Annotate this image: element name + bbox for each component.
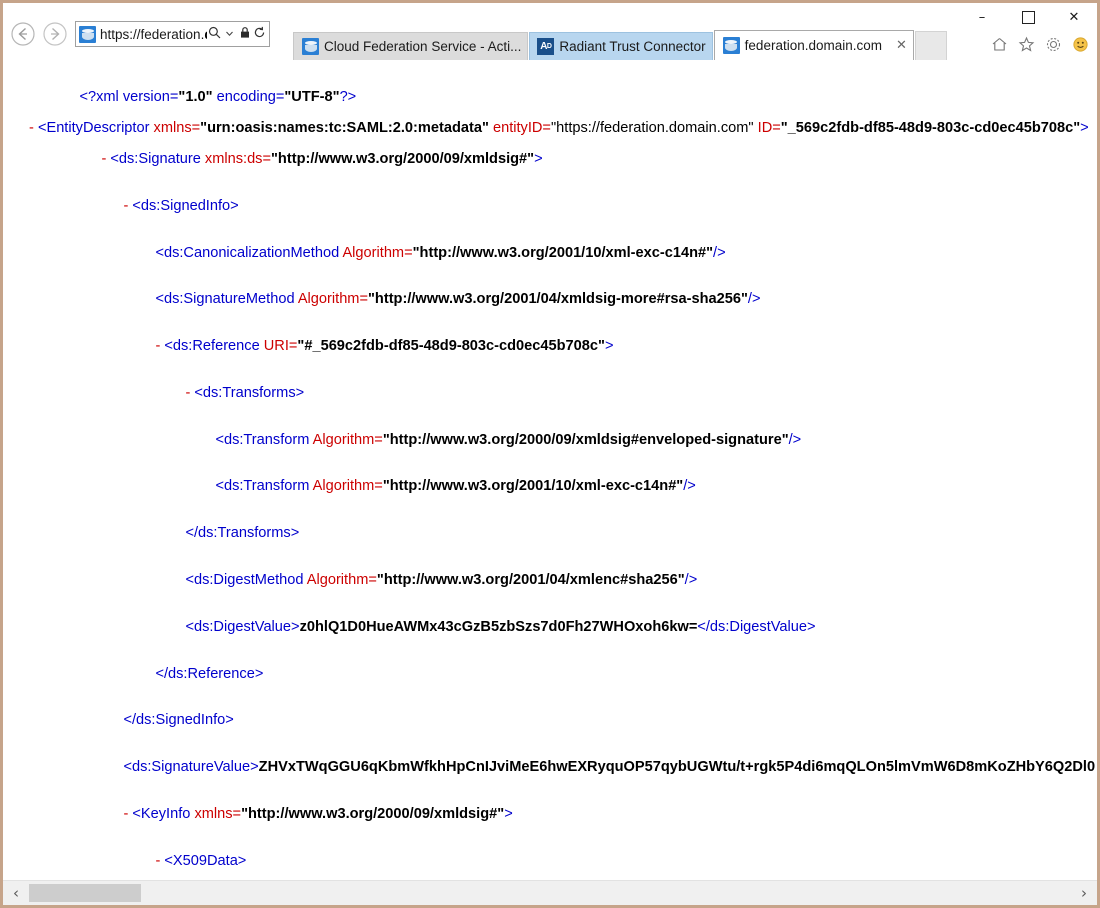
- tab-label: Cloud Federation Service - Acti...: [324, 39, 522, 54]
- xml-line-signedinfo-close: </ds:SignedInfo>: [123, 712, 234, 729]
- cloud-favicon: [302, 38, 319, 55]
- scrollbar-track[interactable]: [29, 882, 1071, 904]
- tab-strip: Cloud Federation Service - Acti... AD Ra…: [293, 27, 947, 60]
- xml-tree: <?xml version="1.0" encoding="UTF-8"?> -…: [3, 74, 1097, 880]
- xml-line-keyinfo-open: - <KeyInfo xmlns="http://www.w3.org/2000…: [123, 805, 513, 822]
- star-icon[interactable]: [1014, 31, 1039, 57]
- new-tab-button[interactable]: [914, 31, 947, 60]
- collapse-toggle[interactable]: -: [155, 338, 160, 354]
- tab-label: federation.domain.com: [744, 38, 882, 53]
- scroll-left-arrow[interactable]: ‹: [3, 882, 29, 904]
- chevron-down-icon[interactable]: [222, 27, 237, 41]
- xml-line-reference: - <ds:Reference URI="#_569c2fdb-df85-48d…: [155, 338, 614, 355]
- scrollbar-thumb[interactable]: [29, 884, 141, 902]
- xml-line-canonicalizationmethod: <ds:CanonicalizationMethod Algorithm="ht…: [155, 244, 726, 261]
- xml-line-transform-enveloped: <ds:Transform Algorithm="http://www.w3.o…: [215, 431, 802, 448]
- tab-radiant-trust-connector[interactable]: AD Radiant Trust Connector: [529, 32, 713, 60]
- tab-close-icon[interactable]: ✕: [896, 38, 907, 53]
- address-bar[interactable]: https://federation.do...: [75, 21, 270, 47]
- browser-chrome: – ✕ https://federation. Cloud Federation…: [3, 3, 1097, 60]
- xml-line-reference-close: </ds:Reference>: [155, 665, 264, 682]
- xml-line-digestvalue: <ds:DigestValue>z0hlQ1D0HueAWMx43cGzB5zb…: [185, 618, 816, 635]
- close-button[interactable]: ✕: [1051, 3, 1097, 31]
- tab-cloud-federation-service[interactable]: Cloud Federation Service - Acti...: [293, 32, 529, 60]
- xml-line-transforms-open: - <ds:Transforms>: [185, 384, 305, 401]
- xml-document-view: <?xml version="1.0" encoding="UTF-8"?> -…: [3, 60, 1097, 880]
- tab-label: Radiant Trust Connector: [559, 39, 706, 54]
- minimize-button[interactable]: –: [959, 3, 1005, 31]
- collapse-toggle[interactable]: -: [123, 806, 128, 822]
- xml-line-signaturemethod: <ds:SignatureMethod Algorithm="http://ww…: [155, 291, 761, 308]
- window-controls: – ✕: [959, 3, 1097, 31]
- ad-favicon: AD: [537, 38, 555, 55]
- collapse-toggle[interactable]: -: [185, 385, 190, 401]
- forward-button[interactable]: [39, 19, 71, 49]
- page-favicon: [79, 25, 96, 43]
- smiley-icon[interactable]: [1068, 31, 1093, 57]
- xml-line-transforms-close: </ds:Transforms>: [185, 525, 300, 542]
- xml-line-entitydescriptor: - <EntityDescriptor xmlns="urn:oasis:nam…: [29, 119, 1089, 136]
- xml-line-ds-signature: - <ds:Signature xmlns:ds="http://www.w3.…: [101, 150, 543, 167]
- collapse-toggle[interactable]: -: [155, 853, 160, 869]
- maximize-button[interactable]: [1005, 3, 1051, 31]
- address-url: https://federation.do...: [100, 26, 207, 42]
- xml-line-digestmethod: <ds:DigestMethod Algorithm="http://www.w…: [185, 572, 698, 588]
- gear-icon[interactable]: [1041, 31, 1066, 57]
- xml-line-signaturevalue: <ds:SignatureValue>ZHVxTWqGGU6qKbmWfkhHp…: [123, 759, 1096, 776]
- cloud-favicon: [722, 37, 740, 54]
- scroll-right-arrow[interactable]: ›: [1071, 882, 1097, 904]
- navigation-row: https://federation.do...: [7, 19, 270, 49]
- lock-icon[interactable]: [237, 26, 252, 42]
- refresh-icon[interactable]: [252, 26, 267, 42]
- xml-line-declaration: <?xml version="1.0" encoding="UTF-8"?>: [79, 88, 357, 105]
- back-button[interactable]: [7, 19, 39, 49]
- xml-line-signedinfo-open: - <ds:SignedInfo>: [123, 197, 239, 214]
- collapse-toggle[interactable]: -: [29, 120, 34, 136]
- tab-federation-domain-com[interactable]: federation.domain.com ✕: [713, 30, 914, 60]
- horizontal-scrollbar[interactable]: ‹ ›: [3, 880, 1097, 905]
- xml-line-x509data-open: - <X509Data>: [155, 852, 247, 869]
- command-bar: [987, 31, 1093, 57]
- search-icon[interactable]: [207, 26, 222, 42]
- collapse-toggle[interactable]: -: [123, 198, 128, 214]
- collapse-toggle[interactable]: -: [101, 151, 106, 167]
- browser-window: – ✕ https://federation. Cloud Federation…: [0, 0, 1100, 908]
- xml-line-transform-c14n: <ds:Transform Algorithm="http://www.w3.o…: [215, 478, 696, 495]
- home-icon[interactable]: [987, 31, 1012, 57]
